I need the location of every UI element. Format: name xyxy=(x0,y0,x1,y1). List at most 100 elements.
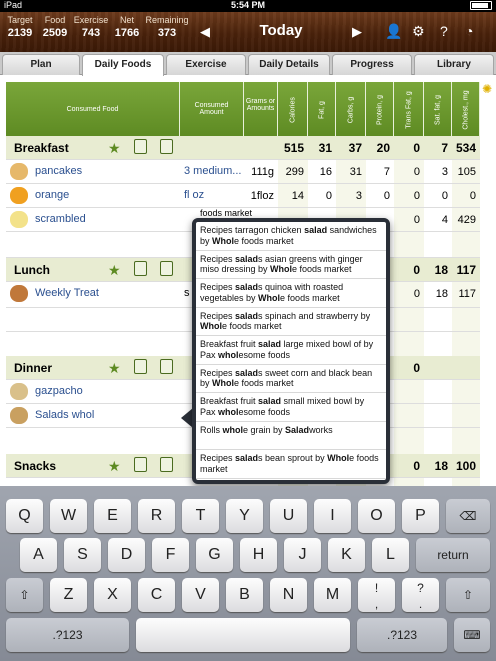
status-bar: iPad 5:54 PM xyxy=(0,0,496,12)
pancakes-icon xyxy=(10,163,28,180)
key-k[interactable]: K xyxy=(328,538,365,572)
tab-plan[interactable]: Plan xyxy=(2,54,80,75)
space-bar[interactable] xyxy=(136,618,350,652)
key-f[interactable]: F xyxy=(152,538,189,572)
tab-progress[interactable]: Progress xyxy=(332,54,412,75)
column-header-calories: Calories xyxy=(278,82,308,138)
gear-icon[interactable]: ⚙ xyxy=(412,23,425,40)
food-row-pancakes[interactable]: pancakes 3 medium... 111g 299 16 31 7 0 … xyxy=(6,160,480,184)
key-l[interactable]: L xyxy=(372,538,409,572)
shift-key-right[interactable]: ⇧ xyxy=(446,578,490,612)
suggestion-item[interactable]: Rolls whole grain by Saladworks xyxy=(196,422,386,450)
treat-icon xyxy=(10,285,28,302)
tab-bar: Plan Daily Foods Exercise Daily Details … xyxy=(0,52,496,76)
favorites-star-icon[interactable]: ★ xyxy=(108,140,121,157)
suggestion-item[interactable]: Breakfast fruit salad large mixed bowl o… xyxy=(196,336,386,365)
summary-net: Net 1766 xyxy=(114,15,140,39)
suggestion-item[interactable]: Recipes salads bean sprout by Whole food… xyxy=(196,450,386,479)
section-breakfast: Breakfast ★ 515 31 37 20 0 7 534 xyxy=(6,136,480,160)
suggestion-item[interactable]: Recipes salads spinach and strawberry by… xyxy=(196,308,386,336)
key-w[interactable]: W xyxy=(50,499,87,533)
column-header-fat: Fat, g xyxy=(308,82,336,138)
favorites-star-icon[interactable]: ★ xyxy=(108,360,121,377)
key-i[interactable]: I xyxy=(314,499,351,533)
column-header-protein: Protein, g xyxy=(366,82,394,138)
copy-meal-icon[interactable] xyxy=(160,359,173,374)
key-v[interactable]: V xyxy=(182,578,219,612)
key-z[interactable]: Z xyxy=(50,578,87,612)
key-j[interactable]: J xyxy=(284,538,321,572)
summary-exercise: Exercise 743 xyxy=(73,15,109,39)
key-g[interactable]: G xyxy=(196,538,233,572)
autocomplete-popover: Recipes tarragon chicken salad sandwiche… xyxy=(192,218,390,484)
key-r[interactable]: R xyxy=(138,499,175,533)
key-d[interactable]: D xyxy=(108,538,145,572)
tab-library[interactable]: Library xyxy=(414,54,494,75)
help-icon[interactable]: ? xyxy=(440,23,448,39)
summary-target: Target 2139 xyxy=(7,15,33,39)
next-day-icon[interactable]: ▶ xyxy=(352,24,362,40)
key-c[interactable]: C xyxy=(138,578,175,612)
tab-daily-details[interactable]: Daily Details xyxy=(248,54,330,75)
key-u[interactable]: U xyxy=(270,499,307,533)
orange-juice-icon xyxy=(10,187,28,204)
copy-meal-icon[interactable] xyxy=(160,457,173,472)
column-header-cholesterol: Cholest., mg xyxy=(452,82,480,138)
backspace-key[interactable]: ⌫ xyxy=(446,499,490,533)
food-bowl-icon[interactable]: ◔ xyxy=(465,23,473,39)
return-key[interactable]: return xyxy=(416,538,490,572)
copy-meal-icon[interactable] xyxy=(160,261,173,276)
key-o[interactable]: O xyxy=(358,499,395,533)
column-header-food: Consumed Food xyxy=(6,82,180,138)
key-question-period[interactable]: ?. xyxy=(402,578,439,612)
sun-icon: ✺ xyxy=(482,82,493,96)
numbers-key-right[interactable]: .?123 xyxy=(357,618,447,652)
copy-meal-icon[interactable] xyxy=(160,139,173,154)
suggestion-item[interactable]: Recipes salads quinoa with roasted veget… xyxy=(196,279,386,308)
key-b[interactable]: B xyxy=(226,578,263,612)
edit-meal-icon[interactable] xyxy=(134,139,147,154)
key-n[interactable]: N xyxy=(270,578,307,612)
shift-key[interactable]: ⇧ xyxy=(6,578,43,612)
column-header-trans-fat: Trans Fat, g xyxy=(394,82,424,138)
favorites-star-icon[interactable]: ★ xyxy=(108,262,121,279)
suggestion-item[interactable]: Recipes tarragon chicken salad sandwiche… xyxy=(196,222,386,251)
column-header-amount: Consumed Amount xyxy=(180,82,244,138)
key-h[interactable]: H xyxy=(240,538,277,572)
clock: 5:54 PM xyxy=(230,0,265,10)
column-header-carbs: Carbs, g xyxy=(336,82,366,138)
edit-meal-icon[interactable] xyxy=(134,457,147,472)
tab-exercise[interactable]: Exercise xyxy=(166,54,246,75)
suggestion-item[interactable]: Breakfast fruit salad small mixed bowl b… xyxy=(196,393,386,422)
column-header-grams: Grams or Amounts xyxy=(244,82,278,138)
numbers-key[interactable]: .?123 xyxy=(6,618,129,652)
summary-remaining: Remaining 373 xyxy=(145,15,189,39)
key-q[interactable]: Q xyxy=(6,499,43,533)
top-bar: Target 2139 Food 2509 Exercise 743 Net 1766 … xyxy=(0,12,496,52)
key-exclaim-comma[interactable]: !, xyxy=(358,578,395,612)
key-e[interactable]: E xyxy=(94,499,131,533)
user-icon[interactable]: 👤 xyxy=(385,23,402,40)
suggestion-item[interactable]: Recipes salads sweet corn and black bean… xyxy=(196,365,386,393)
soup-bowl-icon xyxy=(10,383,28,400)
key-y[interactable]: Y xyxy=(226,499,263,533)
key-m[interactable]: M xyxy=(314,578,351,612)
page-title: Today xyxy=(259,22,303,39)
summary-food: Food 2509 xyxy=(42,15,68,39)
edit-meal-icon[interactable] xyxy=(134,261,147,276)
food-name-input[interactable]: Salads whol xyxy=(35,409,94,421)
food-row-orange[interactable]: orange fl oz 1floz 14 0 3 0 0 0 0 xyxy=(6,184,480,208)
onscreen-keyboard: Q W E R T Y U I O P ⌫ A S D F G H J K L … xyxy=(0,486,496,661)
key-a[interactable]: A xyxy=(20,538,57,572)
tab-daily-foods[interactable]: Daily Foods xyxy=(82,54,164,76)
key-s[interactable]: S xyxy=(64,538,101,572)
previous-day-icon[interactable]: ◀ xyxy=(200,24,210,40)
key-p[interactable]: P xyxy=(402,499,439,533)
hide-keyboard-key[interactable]: ⌨ xyxy=(454,618,490,652)
battery-icon xyxy=(470,1,492,10)
suggestion-item[interactable]: Recipes salads asian greens with ginger … xyxy=(196,251,386,279)
key-x[interactable]: X xyxy=(94,578,131,612)
key-t[interactable]: T xyxy=(182,499,219,533)
favorites-star-icon[interactable]: ★ xyxy=(108,458,121,475)
edit-meal-icon[interactable] xyxy=(134,359,147,374)
